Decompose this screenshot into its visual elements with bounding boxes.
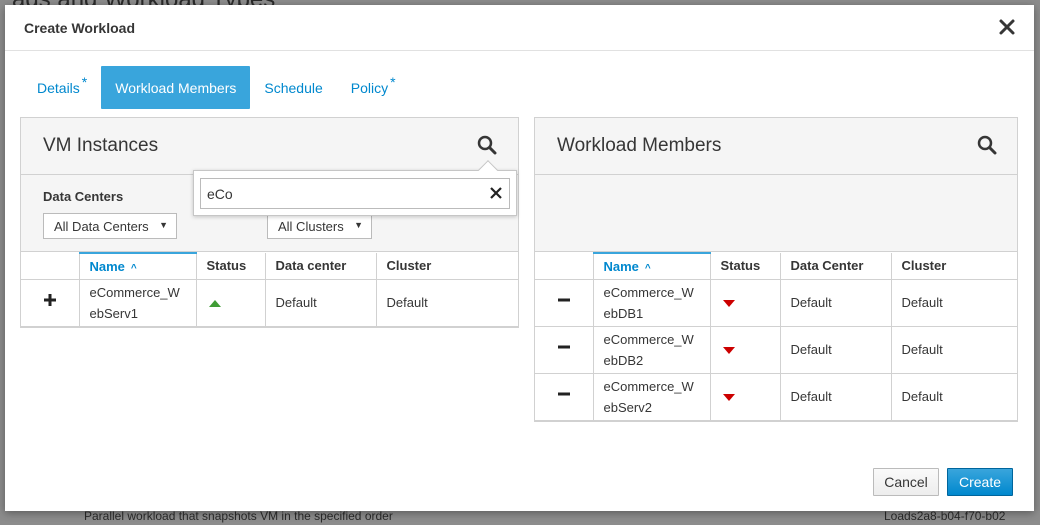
wizard-tabs: Details * Workload Members Schedule Poli… [23,66,410,109]
modal-title: Create Workload [24,20,135,36]
filter-bar [535,175,1017,252]
vm-instances-panel: VM Instances Data Centers All Data Cente… [20,117,519,328]
column-header-cluster[interactable]: Cluster [376,253,518,280]
close-icon[interactable] [998,18,1016,36]
sort-asc-icon: ^ [130,262,137,274]
panel-title: VM Instances [43,135,159,156]
cluster-cell: Default [891,373,1017,421]
workload-members-panel: Workload Members Name ^ Status Data Cente… [534,117,1018,422]
status-down-icon [722,394,735,401]
cluster-select[interactable]: All Clusters ▼ [267,213,372,239]
search-icon[interactable] [977,135,997,155]
status-cell [196,279,266,327]
column-header-name[interactable]: Name ^ [593,252,711,280]
caret-down-icon: ▼ [354,220,363,230]
table-row: eCommerce_W ebDB2 Default Default [535,326,1017,374]
cluster-cell: Default [891,279,1017,327]
tab-label: Workload Members [115,79,237,96]
datacenter-cell: Default [780,279,892,327]
filter-label: Data Centers [43,189,124,204]
panel-header: Workload Members [535,118,1017,175]
name-cell: eCommerce_W ebDB2 [593,326,711,374]
cluster-cell: Default [376,279,518,327]
column-header-cluster[interactable]: Cluster [891,253,1017,280]
tab-policy[interactable]: Policy * [337,66,410,109]
name-cell: eCommerce_W ebServ2 [593,373,711,421]
status-cell [710,326,781,374]
plus-icon[interactable] [43,293,57,307]
vm-instances-table: Name ^ Status Data center Cluster eCommer… [21,252,518,327]
select-value: All Data Centers [54,218,149,234]
required-marker: * [81,73,88,90]
sort-asc-icon: ^ [644,262,651,274]
status-up-icon [208,300,221,307]
select-value: All Clusters [278,218,344,234]
status-down-icon [722,347,735,354]
tab-workload-members[interactable]: Workload Members [101,66,251,109]
datacenter-cell: Default [780,373,892,421]
name-cell: eCommerce_W ebDB1 [593,279,711,327]
action-cell [535,373,594,421]
tab-label: Policy [350,79,389,96]
action-cell [535,279,594,327]
background-footer-id: Loads2a8-b04-f70-b02 [884,509,1006,523]
panel-header: VM Instances [21,118,518,175]
required-marker: * [390,73,396,90]
column-header-action [21,253,80,280]
background-footer-text: Parallel workload that snapshots VM in t… [84,509,393,523]
name-cell: eCommerce_W ebServ1 [79,279,197,327]
table-row: eCommerce_W ebServ1 Default Default [21,279,518,327]
search-icon[interactable] [477,135,497,155]
cancel-button[interactable]: Cancel [873,468,939,496]
datacenter-select[interactable]: All Data Centers ▼ [43,213,177,239]
create-button[interactable]: Create [947,468,1013,496]
status-cell [710,373,781,421]
panel-title: Workload Members [557,135,722,156]
tab-label: Details [37,79,80,96]
cluster-cell: Default [891,326,1017,374]
table-row: eCommerce_W ebServ2 Default Default [535,373,1017,421]
column-header-datacenter[interactable]: Data center [265,253,377,280]
action-cell [21,279,80,327]
minus-icon[interactable] [557,293,571,307]
column-header-status[interactable]: Status [196,253,266,280]
column-header-name[interactable]: Name ^ [79,252,197,280]
status-cell [710,279,781,327]
table-row: eCommerce_W ebDB1 Default Default [535,279,1017,327]
status-down-icon [722,300,735,307]
tab-details[interactable]: Details * [23,66,101,109]
tab-schedule[interactable]: Schedule [250,66,336,109]
search-popover [193,160,517,216]
minus-icon[interactable] [557,340,571,354]
modal-header: Create Workload [5,5,1034,51]
workload-members-table: Name ^ Status Data Center Cluster eCommer… [535,252,1017,421]
datacenter-cell: Default [265,279,377,327]
minus-icon[interactable] [557,387,571,401]
search-input[interactable] [200,178,510,209]
column-header-action [535,253,594,280]
column-header-datacenter[interactable]: Data Center [780,253,892,280]
clear-icon[interactable] [490,187,502,199]
action-cell [535,326,594,374]
tab-label: Schedule [264,79,323,96]
caret-down-icon: ▼ [159,220,168,230]
column-header-status[interactable]: Status [710,253,781,280]
datacenter-cell: Default [780,326,892,374]
